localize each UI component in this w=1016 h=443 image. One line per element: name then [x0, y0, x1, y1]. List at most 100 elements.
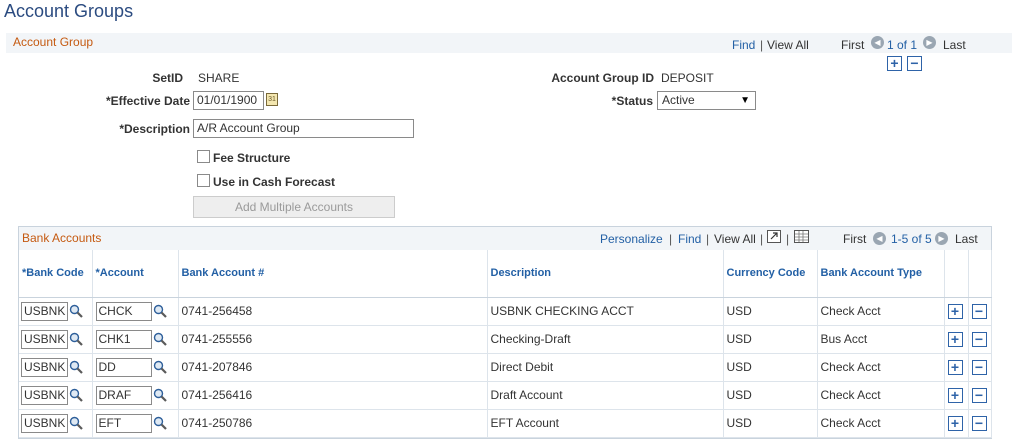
chevron-down-icon: ▼ [740, 95, 750, 106]
bank-account-number-cell: 0741-255556 [178, 325, 488, 354]
account-input[interactable]: DRAF [95, 385, 152, 405]
remove-row-button[interactable]: − [971, 359, 987, 375]
setid-label: SetID [152, 71, 183, 85]
account-input[interactable]: DD [95, 357, 152, 377]
find-link[interactable]: Find [732, 38, 755, 52]
page-title: Account Groups [4, 1, 134, 21]
bank-account-number-cell: 0741-207846 [178, 353, 488, 382]
account-input[interactable]: EFT [95, 413, 152, 433]
bank-account-type-cell: Check Acct [817, 409, 945, 438]
remove-row-button[interactable]: − [971, 415, 987, 431]
description-label: *Description [119, 122, 190, 136]
grid-find-link[interactable]: Find [678, 232, 701, 246]
bank-code-input[interactable]: USBNK [21, 301, 68, 321]
description-cell: Direct Debit [487, 353, 724, 382]
column-header-bank-code[interactable]: *Bank Code [19, 250, 93, 298]
lookup-icon[interactable] [69, 304, 83, 318]
column-header-bank-account-type[interactable]: Bank Account Type [817, 250, 945, 298]
bank-code-input[interactable]: USBNK [21, 385, 68, 405]
description-cell: Draft Account [487, 381, 724, 410]
calendar-icon[interactable]: 31 [266, 93, 278, 106]
previous-icon: ◀ [871, 36, 884, 49]
status-select[interactable]: Active ▼ [657, 91, 756, 110]
description-cell: Checking-Draft [487, 325, 724, 354]
remove-row-cell: − [968, 353, 992, 382]
account-group-section-title: Account Group [13, 35, 94, 49]
zoom-icon[interactable] [767, 230, 781, 243]
bank-account-type-cell: Check Acct [817, 353, 945, 382]
grid-last-label: Last [955, 232, 978, 246]
description-cell: USBNK CHECKING ACCT [487, 297, 724, 326]
account-cell: CHCK [92, 297, 179, 326]
lookup-icon[interactable] [153, 416, 167, 430]
table-row: USBNK CHCK 0741-256458 USBNK CHECKING AC… [19, 297, 992, 326]
grid-view-all-label: View All [714, 232, 756, 246]
column-header-account[interactable]: *Account [92, 250, 179, 298]
first-label: First [841, 38, 865, 52]
grid-separator-2: | [706, 232, 710, 246]
lookup-icon[interactable] [153, 304, 167, 318]
remove-row-cell: − [968, 409, 992, 438]
bank-code-input[interactable]: USBNK [21, 329, 68, 349]
table-row: USBNK DD 0741-207846 Direct Debit USD Ch… [19, 353, 992, 382]
bank-accounts-table: *Bank Code *Account Bank Account # Descr… [19, 250, 992, 438]
remove-row-button[interactable]: − [971, 331, 987, 347]
last-label: Last [943, 38, 966, 52]
download-spreadsheet-icon[interactable] [794, 230, 809, 243]
effective-date-input[interactable]: 01/01/1900 [193, 91, 264, 110]
table-row: USBNK CHK1 0741-255556 Checking-Draft US… [19, 325, 992, 354]
account-input[interactable]: CHCK [95, 301, 152, 321]
lookup-icon[interactable] [69, 332, 83, 346]
currency-code-cell: USD [723, 353, 818, 382]
grid-first-label: First [843, 232, 867, 246]
add-row-cell: + [944, 381, 969, 410]
column-header-add [944, 250, 969, 298]
account-cell: DD [92, 353, 179, 382]
bank-account-type-cell: Bus Acct [817, 325, 945, 354]
column-header-bank-account-number[interactable]: Bank Account # [178, 250, 488, 298]
personalize-link[interactable]: Personalize [600, 232, 663, 246]
status-label: *Status [611, 94, 653, 108]
lookup-icon[interactable] [153, 360, 167, 374]
bank-code-input[interactable]: USBNK [21, 413, 68, 433]
next-icon: ▶ [923, 36, 936, 49]
page-range: 1 of 1 [887, 38, 918, 52]
add-row-button[interactable]: + [947, 415, 963, 431]
cash-forecast-checkbox[interactable] [197, 174, 210, 187]
lookup-icon[interactable] [69, 416, 83, 430]
description-input[interactable]: A/R Account Group [193, 119, 414, 138]
remove-row-button[interactable]: − [971, 303, 987, 319]
lookup-icon[interactable] [69, 360, 83, 374]
add-row-cell: + [944, 409, 969, 438]
fee-structure-checkbox[interactable] [197, 150, 210, 163]
remove-group-button[interactable]: − [907, 56, 922, 71]
bank-code-cell: USBNK [19, 409, 93, 438]
add-row-button[interactable]: + [947, 387, 963, 403]
bank-code-cell: USBNK [19, 297, 93, 326]
bank-account-type-cell: Check Acct [817, 297, 945, 326]
add-group-button[interactable]: + [887, 56, 902, 71]
effective-date-label: *Effective Date [105, 94, 190, 108]
bank-code-cell: USBNK [19, 325, 93, 354]
remove-row-cell: − [968, 297, 992, 326]
bank-code-cell: USBNK [19, 353, 93, 382]
column-header-currency-code[interactable]: Currency Code [723, 250, 818, 298]
bank-code-input[interactable]: USBNK [21, 357, 68, 377]
add-row-button[interactable]: + [947, 331, 963, 347]
column-header-description[interactable]: Description [487, 250, 724, 298]
currency-code-cell: USD [723, 409, 818, 438]
account-input[interactable]: CHK1 [95, 329, 152, 349]
lookup-icon[interactable] [69, 388, 83, 402]
add-row-button[interactable]: + [947, 359, 963, 375]
grid-separator-3: | [760, 232, 764, 246]
lookup-icon[interactable] [153, 388, 167, 402]
lookup-icon[interactable] [153, 332, 167, 346]
bank-code-cell: USBNK [19, 381, 93, 410]
bank-account-number-cell: 0741-256458 [178, 297, 488, 326]
remove-row-button[interactable]: − [971, 387, 987, 403]
add-row-button[interactable]: + [947, 303, 963, 319]
add-row-cell: + [944, 297, 969, 326]
nav-separator: | [760, 38, 764, 52]
grid-previous-icon: ◀ [873, 232, 886, 245]
account-group-id-label: Account Group ID [551, 71, 654, 85]
